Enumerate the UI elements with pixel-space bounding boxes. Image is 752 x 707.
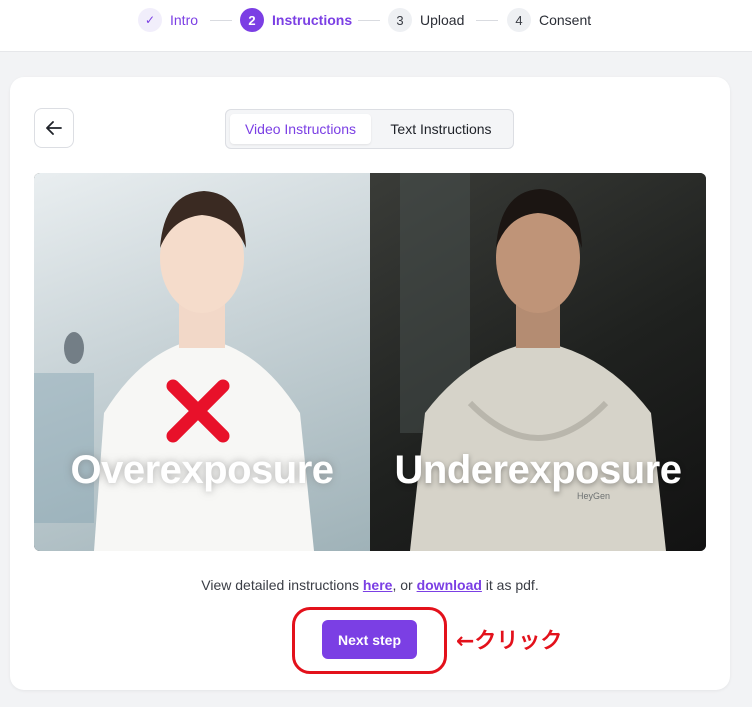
person-figure bbox=[400, 173, 666, 551]
instructions-suffix: it as pdf. bbox=[481, 577, 539, 593]
progress-stepper: ✓ Intro 2 Instructions 3 Upload 4 Consen… bbox=[0, 0, 752, 52]
step-connector bbox=[210, 20, 232, 21]
tab-text-instructions[interactable]: Text Instructions bbox=[373, 114, 509, 144]
underexposure-caption: Underexposure bbox=[394, 448, 682, 492]
arrow-left-icon bbox=[46, 121, 62, 135]
step-label: Instructions bbox=[272, 12, 353, 28]
step-label: Upload bbox=[420, 12, 465, 28]
hoodie-logo: HeyGen bbox=[577, 491, 611, 501]
instructions-text: View detailed instructions here, or down… bbox=[10, 577, 730, 593]
step-intro[interactable]: ✓ Intro bbox=[138, 8, 198, 32]
next-step-button[interactable]: Next step bbox=[322, 620, 417, 659]
instructions-middle: , or bbox=[392, 577, 417, 593]
step-label: Consent bbox=[539, 12, 592, 28]
instructions-tabs: Video Instructions Text Instructions bbox=[225, 109, 514, 149]
step-number: 3 bbox=[388, 8, 412, 32]
step-upload[interactable]: 3 Upload bbox=[388, 8, 464, 32]
step-label: Intro bbox=[170, 12, 199, 28]
step-connector bbox=[476, 20, 498, 21]
overexposure-panel: Overexposure bbox=[34, 173, 370, 551]
here-link[interactable]: here bbox=[363, 577, 393, 593]
checkmark-icon: ✓ bbox=[138, 8, 162, 32]
instructions-prefix: View detailed instructions bbox=[201, 577, 363, 593]
download-link[interactable]: download bbox=[417, 577, 482, 593]
annotation-click-label: ←クリック bbox=[456, 629, 563, 654]
cross-icon bbox=[166, 379, 230, 443]
step-consent[interactable]: 4 Consent bbox=[507, 8, 591, 32]
instructions-card: Video Instructions Text Instructions Ove… bbox=[10, 77, 730, 690]
step-instructions[interactable]: 2 Instructions bbox=[240, 8, 352, 32]
step-connector bbox=[358, 20, 380, 21]
overexposure-caption: Overexposure bbox=[70, 448, 334, 492]
step-number: 2 bbox=[240, 8, 264, 32]
person-figure bbox=[34, 191, 314, 551]
step-number: 4 bbox=[507, 8, 531, 32]
instruction-video[interactable]: Overexposure Underexposure HeyGen bbox=[34, 173, 706, 551]
underexposure-panel: Underexposure HeyGen bbox=[370, 173, 706, 551]
tab-video-instructions[interactable]: Video Instructions bbox=[230, 114, 371, 144]
back-button[interactable] bbox=[34, 108, 74, 148]
